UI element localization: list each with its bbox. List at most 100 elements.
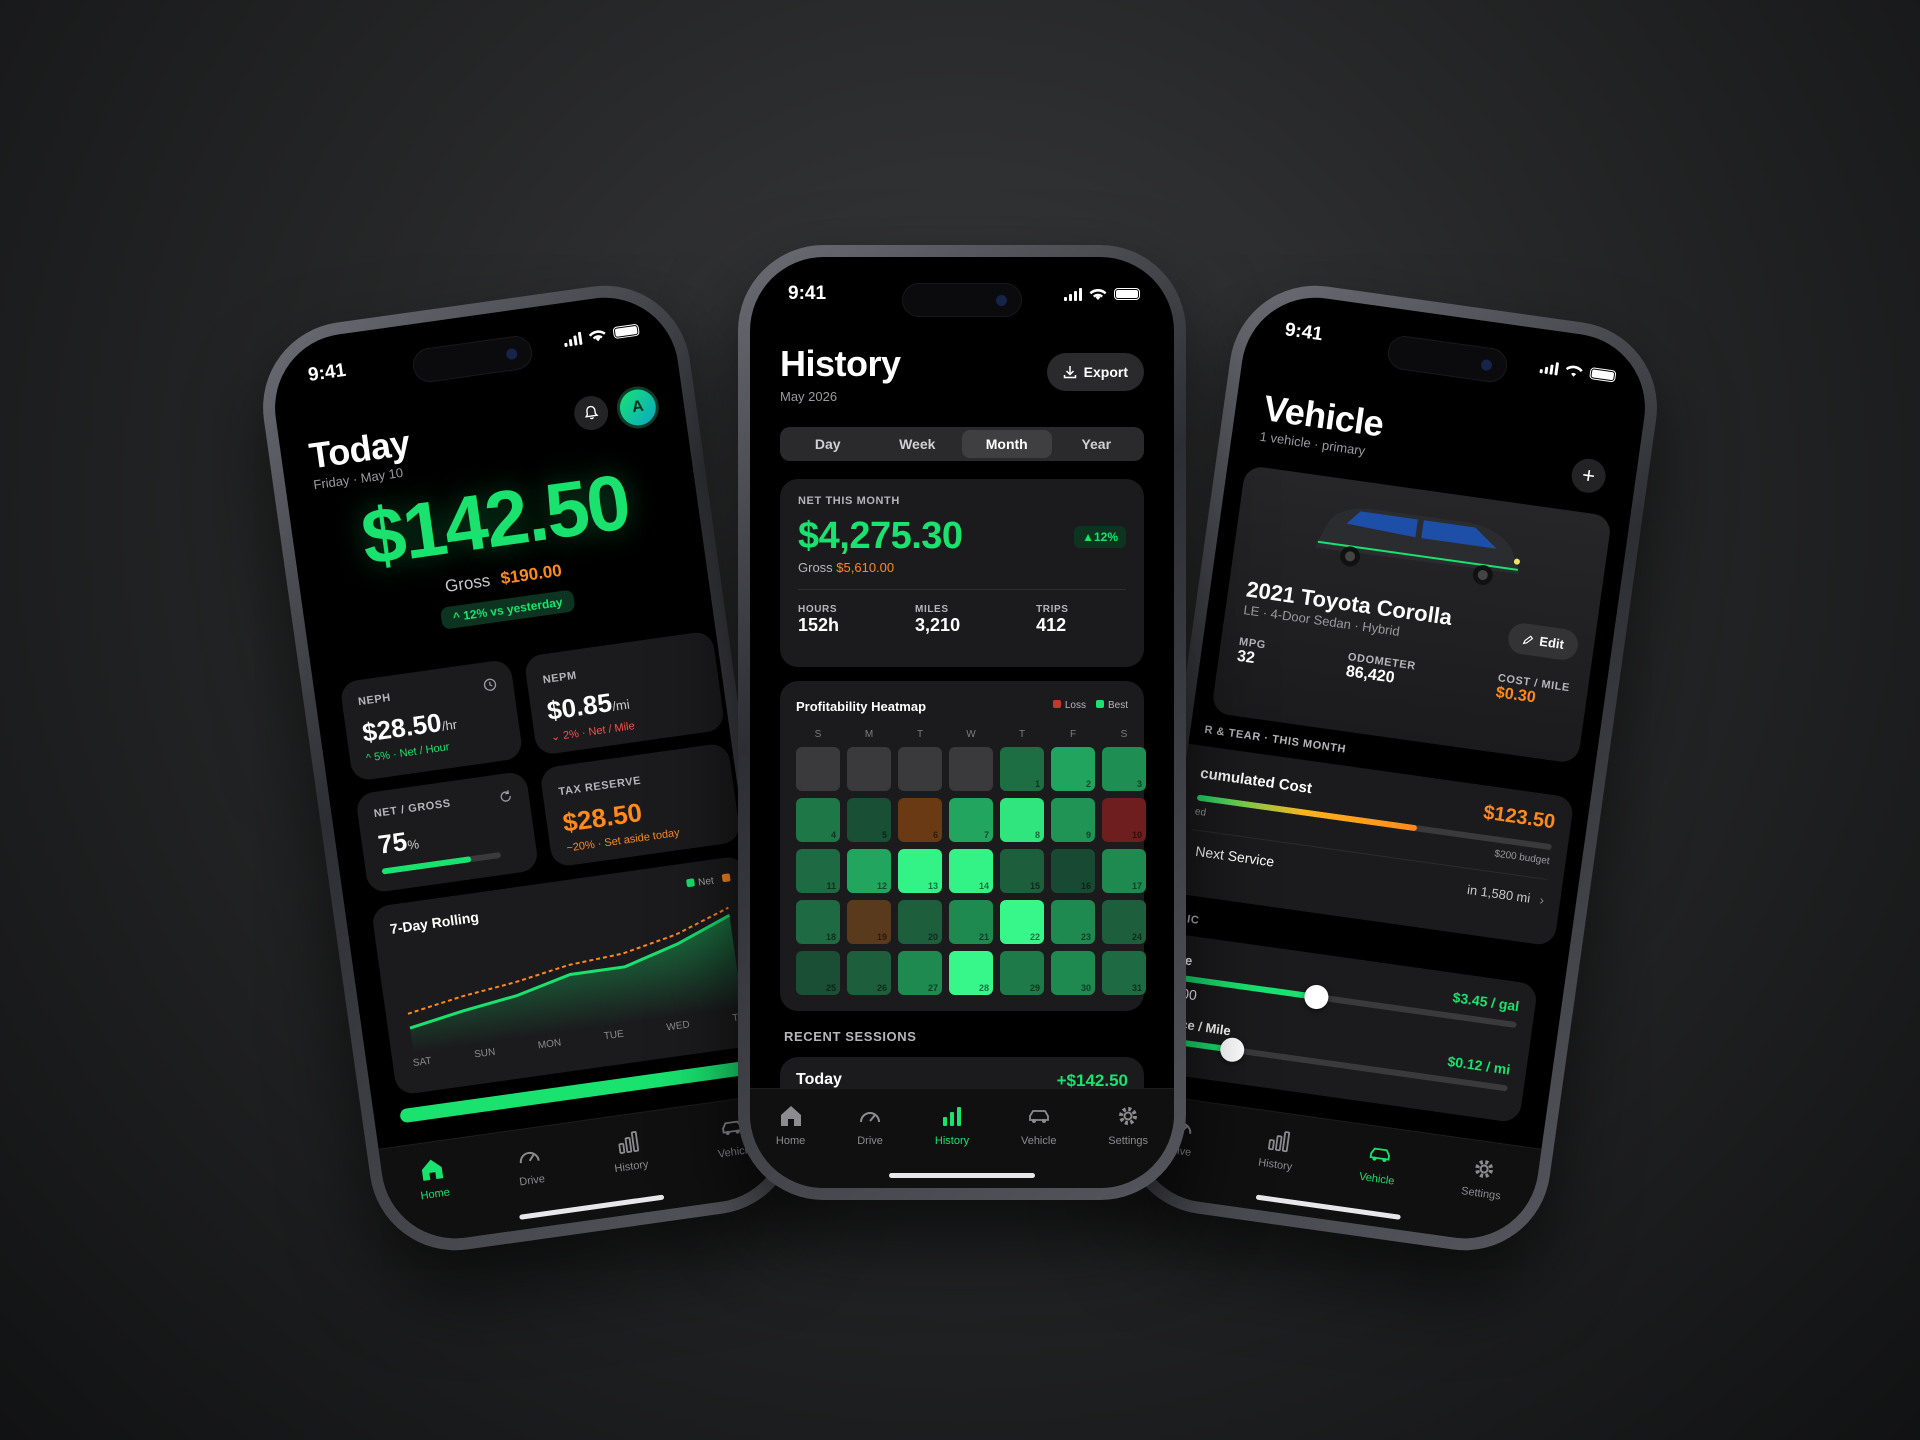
nepm-card[interactable]: NEPM $0.85/mi ⌄ 2% · Net / Mile [523,630,726,756]
today-actions: A [571,387,659,434]
vehicle-header: Vehicle 1 vehicle · primary [1259,387,1386,460]
tab-home-label: Home [419,1186,451,1203]
heatmap-cell[interactable]: 2 [1051,747,1095,791]
heatmap-cell[interactable]: 24 [1102,900,1146,944]
nepm-unit: /mi [611,696,631,714]
heatmap-cell[interactable] [949,747,993,791]
export-button[interactable]: Export [1046,353,1144,391]
segment-month[interactable]: Month [962,430,1052,458]
tab-home[interactable]: Home [415,1155,456,1243]
neph-label: NEPH [357,691,392,709]
miles-value: 3,210 [915,615,961,635]
heatmap-cell[interactable]: 30 [1051,951,1095,995]
tab-settings[interactable]: Settings [1455,1153,1506,1243]
heatmap-cell[interactable]: 14 [949,849,993,893]
wifi-icon [1089,288,1107,300]
rolling-title: 7-Day Rolling [388,908,480,937]
legend-best: Best [1107,700,1128,711]
phone-today: 9:41 Today Friday · May 10 A $142.50 Gro… [251,274,809,1262]
segment-year[interactable]: Year [1052,430,1142,458]
heatmap-cell[interactable]: 6 [898,798,942,842]
neph-unit: /hr [440,716,458,734]
clock-icon [483,678,497,691]
vehicle-card[interactable]: 2021 Toyota Corolla LE · 4-Door Sedan · … [1210,464,1613,765]
heatmap-cell[interactable]: 12 [847,849,891,893]
status-bar: 9:41 [1283,319,1617,387]
tax-reserve-card[interactable]: TAX RESERVE $28.50 ~20% · Set aside toda… [539,742,742,868]
vehicle-screen: 9:41 Vehicle 1 vehicle · primary + 2021 … [1125,288,1655,1248]
tab-drive[interactable]: Drive [857,1103,883,1188]
heatmap-cell[interactable]: 25 [796,951,840,995]
heatmap-cell[interactable] [796,747,840,791]
today-header: Today Friday · May 10 [307,422,415,492]
bell-icon [584,405,599,420]
heatmap-day: 18 [825,932,836,942]
tab-vehicle-label: Vehicle [1020,1135,1057,1147]
battery-icon [1114,288,1140,300]
heatmap-cell[interactable]: 29 [1000,951,1044,995]
heatmap-title: Profitability Heatmap [796,699,927,714]
tab-history-label: History [1257,1156,1293,1174]
edit-vehicle-button[interactable]: Edit [1506,621,1580,662]
heatmap-cell[interactable]: 7 [949,798,993,842]
tick-wed: WED [665,1019,691,1034]
tick-tue: TUE [603,1028,625,1043]
heatmap-cell[interactable]: 13 [898,849,942,893]
heatmap-cell[interactable]: 1 [1000,747,1044,791]
heatmap-cell[interactable]: 21 [949,900,993,944]
heatmap-day: 5 [881,830,887,840]
recent-sessions-label: RECENT SESSIONS [784,1029,917,1044]
tab-settings[interactable]: Settings [1108,1103,1148,1188]
heatmap-day: 26 [876,983,887,993]
avatar[interactable]: A [617,387,659,428]
mpg-value: 32 [1235,647,1256,668]
heatmap-cell[interactable]: 27 [898,951,942,995]
heatmap-cell[interactable]: 22 [1000,900,1044,944]
hours-label: HOURS [798,604,838,615]
heatmap-cell[interactable]: 28 [949,951,993,995]
heatmap-cell[interactable]: 4 [796,798,840,842]
heatmap-cell[interactable]: 31 [1102,951,1146,995]
heatmap-cell[interactable]: 15 [1000,849,1044,893]
signal-icon [1064,287,1082,301]
heatmap-cell[interactable]: 11 [796,849,840,893]
heatmap-cell[interactable]: 9 [1051,798,1095,842]
heatmap-cell[interactable]: 19 [847,900,891,944]
gross-label: Gross [798,560,833,575]
maintenance-value: $0.12 / mi [1446,1052,1512,1078]
trips-value: 412 [1036,615,1067,635]
rolling-legend: Net [685,873,732,895]
neph-card[interactable]: NEPH $28.50/hr ^ 5% · Net / Hour [339,658,524,782]
gross-value: $5,610.00 [836,560,895,575]
bell-button[interactable] [571,393,611,433]
tab-home-label: Home [775,1135,806,1147]
heatmap-cell[interactable]: 23 [1051,900,1095,944]
net-gross-card[interactable]: NET / GROSS 75% [355,770,540,894]
heatmap-cell[interactable]: 26 [847,951,891,995]
tab-home[interactable]: Home [776,1103,805,1188]
heatmap-cell[interactable]: 18 [796,900,840,944]
status-bar: 9:41 [788,283,1140,305]
wifi-icon [1565,365,1583,377]
heatmap-cell[interactable]: 17 [1102,849,1146,893]
neph-value: $28.50 [360,707,444,748]
heatmap-day: 21 [978,932,989,942]
tick-mon: MON [537,1037,562,1052]
heatmap-cell[interactable]: 3 [1102,747,1146,791]
nepm-value: $0.85 [545,687,614,726]
heatmap-cell[interactable]: 5 [847,798,891,842]
heatmap-cell[interactable] [898,747,942,791]
heatmap-cell[interactable]: 8 [1000,798,1044,842]
vs-yesterday-text: 12% vs yesterday [462,594,564,623]
heatmap-cell[interactable]: 20 [898,900,942,944]
heatmap-cell[interactable]: 16 [1051,849,1095,893]
heatmap-day: 22 [1029,932,1040,942]
heatmap-day: 24 [1131,932,1142,942]
segment-week[interactable]: Week [873,430,963,458]
add-vehicle-button[interactable]: + [1569,456,1608,495]
heatmap-cell[interactable] [847,747,891,791]
heatmap-day: 25 [825,983,836,993]
segment-day[interactable]: Day [783,430,873,458]
heatmap-cell[interactable]: 10 [1102,798,1146,842]
gross-label: Gross [443,570,492,596]
